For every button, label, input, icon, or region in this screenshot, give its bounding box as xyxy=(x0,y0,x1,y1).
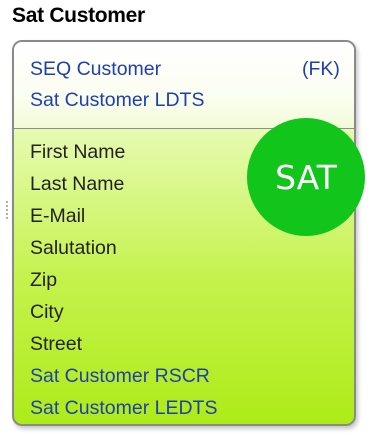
attribute-zip: Zip xyxy=(30,269,58,291)
entity-title: Sat Customer xyxy=(12,4,145,27)
attribute-city: City xyxy=(30,301,64,323)
sat-badge: SAT xyxy=(247,118,365,236)
key-field-name: Sat Customer LDTS xyxy=(30,89,205,111)
foreign-key-tag: (FK) xyxy=(302,58,340,80)
attribute-ledts: Sat Customer LEDTS xyxy=(30,397,218,419)
key-field-name: SEQ Customer xyxy=(30,58,162,80)
key-field-ldts: Sat Customer LDTS xyxy=(30,89,204,112)
key-field-seq-customer: SEQ Customer (FK) xyxy=(30,58,340,81)
attribute-rscr: Sat Customer RSCR xyxy=(30,365,210,387)
key-section: SEQ Customer (FK) Sat Customer LDTS xyxy=(14,42,354,128)
attribute-last-name: Last Name xyxy=(30,173,125,195)
attribute-street: Street xyxy=(30,333,83,355)
attribute-email: E-Mail xyxy=(30,205,86,227)
attribute-salutation: Salutation xyxy=(30,237,117,259)
attribute-first-name: First Name xyxy=(30,141,126,163)
